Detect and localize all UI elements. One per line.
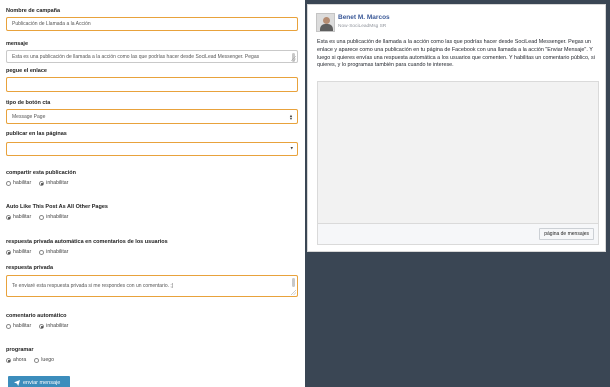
- preview-body-text: Esta es una publicación de llamada a la …: [317, 39, 595, 69]
- cta-type-label: tipo de botón cta: [6, 100, 51, 106]
- paper-plane-icon: [14, 380, 20, 386]
- schedule-later-radio[interactable]: luego: [34, 357, 54, 363]
- private-reply-auto-label: respuesta privada automática en comentar…: [6, 239, 168, 245]
- share-post-disable-label: inhabilitar: [46, 180, 69, 186]
- schedule-later-label: luego: [41, 357, 54, 363]
- auto-like-label: Auto Like This Post As All Other Pages: [6, 204, 108, 210]
- chevron-updown-icon: ▲ ▼: [289, 112, 293, 121]
- radio-dot: [39, 214, 45, 220]
- preview-subtitle: Now·SociLeadMsg SR: [338, 24, 387, 29]
- message-textarea[interactable]: Esta es una publicación de llamada a la …: [6, 50, 298, 63]
- message-label: mensaje: [6, 41, 29, 47]
- auto-comment-label: comentario automático: [6, 313, 67, 319]
- radio-dot: [6, 249, 11, 255]
- private-reply-label: respuesta privada: [6, 265, 54, 271]
- pages-label: publicar en las páginas: [6, 131, 67, 137]
- auto-comment-disable-radio[interactable]: inhabilitar: [39, 323, 68, 329]
- auto-like-enable-radio[interactable]: habilitar: [6, 214, 31, 220]
- radio-dot: [6, 214, 11, 220]
- cta-type-value: Message Page: [12, 113, 46, 120]
- private-reply-auto-disable-radio[interactable]: inhabilitar: [39, 249, 68, 255]
- avatar-body: [320, 24, 333, 31]
- chevron-down-icon: ▾: [290, 145, 293, 152]
- auto-like-radio-group: habilitar inhabilitar: [6, 214, 68, 220]
- pages-select[interactable]: ▾: [6, 142, 298, 156]
- schedule-label: programar: [6, 347, 34, 353]
- private-reply-auto-enable-radio[interactable]: habilitar: [6, 249, 31, 255]
- campaign-name-input[interactable]: Publicación de Llamada a la Acción: [6, 17, 298, 31]
- preview-author-name[interactable]: Benet M. Marcos: [338, 14, 390, 21]
- auto-like-enable-label: habilitar: [13, 214, 32, 220]
- message-page-button[interactable]: página de mensajes: [539, 228, 594, 240]
- share-post-enable-radio[interactable]: habilitar: [6, 180, 31, 186]
- resize-handle-icon[interactable]: [291, 56, 296, 61]
- radio-dot: [6, 357, 11, 363]
- resize-handle-icon[interactable]: [291, 290, 296, 295]
- avatar-head: [323, 17, 330, 24]
- link-label: pegue el enlace: [6, 68, 47, 74]
- radio-dot: [6, 180, 11, 186]
- auto-comment-radio-group: habilitar inhabilitar: [6, 323, 68, 329]
- cta-type-select[interactable]: Message Page ▲ ▼: [6, 109, 298, 124]
- avatar: [316, 13, 335, 32]
- private-reply-value: Te enviaré esta respuesta privada si me …: [12, 283, 174, 289]
- radio-dot: [6, 323, 11, 329]
- link-input[interactable]: [6, 77, 298, 92]
- private-reply-scrollbar[interactable]: [292, 278, 295, 287]
- schedule-now-label: ahora: [13, 357, 27, 363]
- radio-dot: [39, 180, 45, 186]
- private-reply-auto-disable-label: inhabilitar: [46, 249, 69, 255]
- preview-image-placeholder: [318, 82, 598, 224]
- radio-dot: [34, 357, 40, 363]
- auto-comment-enable-label: habilitar: [13, 323, 32, 329]
- preview-link-card: página de mensajes: [317, 81, 599, 245]
- private-reply-auto-radio-group: habilitar inhabilitar: [6, 249, 68, 255]
- preview-link-footer: página de mensajes: [318, 223, 598, 244]
- auto-like-disable-label: inhabilitar: [46, 214, 69, 220]
- campaign-name-value: Publicación de Llamada a la Acción: [12, 21, 91, 27]
- private-reply-auto-enable-label: habilitar: [13, 249, 32, 255]
- send-message-label: enviar mensaje: [23, 380, 61, 386]
- send-message-button[interactable]: enviar mensaje: [8, 376, 70, 387]
- share-post-radio-group: habilitar inhabilitar: [6, 180, 68, 186]
- private-reply-textarea[interactable]: Te enviaré esta respuesta privada si me …: [6, 275, 298, 297]
- auto-comment-disable-label: inhabilitar: [46, 323, 69, 329]
- share-post-label: compartir esta publicación: [6, 170, 76, 176]
- post-preview-card: Benet M. Marcos Now·SociLeadMsg SR Esta …: [307, 4, 606, 252]
- share-post-disable-radio[interactable]: inhabilitar: [39, 180, 68, 186]
- radio-dot: [39, 323, 45, 329]
- share-post-enable-label: habilitar: [13, 180, 32, 186]
- campaign-form: Nombre de campaña Publicación de Llamada…: [0, 0, 305, 387]
- radio-dot: [39, 249, 45, 255]
- auto-like-disable-radio[interactable]: inhabilitar: [39, 214, 68, 220]
- schedule-now-radio[interactable]: ahora: [6, 357, 26, 363]
- auto-comment-enable-radio[interactable]: habilitar: [6, 323, 31, 329]
- campaign-name-label: Nombre de campaña: [6, 8, 61, 14]
- schedule-radio-group: ahora luego: [6, 357, 54, 363]
- message-value: Esta es una publicación de llamada a la …: [12, 53, 260, 60]
